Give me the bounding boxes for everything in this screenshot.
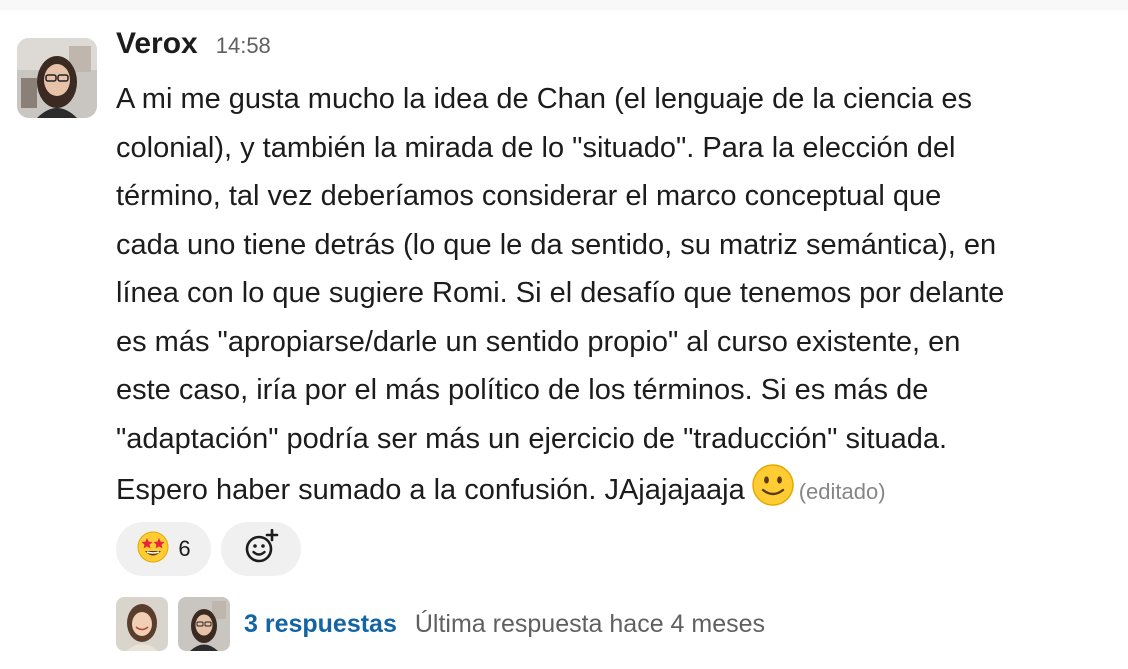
author-name[interactable]: Verox xyxy=(116,27,198,61)
message-line: este caso, iría por el más político de l… xyxy=(116,374,929,406)
thread-summary[interactable]: 3 respuestas Última respuesta hace 4 mes… xyxy=(116,596,765,652)
message-line: término, tal vez deberíamos considerar e… xyxy=(116,180,942,212)
top-divider xyxy=(0,0,1128,10)
message-header: Verox 14:58 xyxy=(116,27,271,67)
message-last-line: Espero haber sumado a la confusión. JAja… xyxy=(116,463,1096,517)
reaction-count: 6 xyxy=(178,536,191,561)
message-line: cada uno tiene detrás (lo que le da sent… xyxy=(116,228,997,261)
star-struck-icon xyxy=(136,530,170,569)
message-line: colonial), y también la mirada de lo "si… xyxy=(116,131,956,164)
message-line: "adaptación" podría ser más un ejercicio… xyxy=(116,422,948,455)
replies-link[interactable]: 3 respuestas xyxy=(244,610,397,639)
message-line: Espero haber sumado a la confusión. JAja… xyxy=(116,474,745,506)
reaction-star-struck[interactable]: 6 xyxy=(116,522,211,576)
timestamp[interactable]: 14:58 xyxy=(216,33,271,59)
reply-avatar xyxy=(178,597,230,651)
slightly-smiling-face-icon xyxy=(751,463,795,507)
avatar[interactable] xyxy=(17,38,97,118)
message-body: A mi me gusta mucho la idea de Chan (el … xyxy=(116,75,1096,517)
message: Verox 14:58 A mi me gusta mucho la idea … xyxy=(0,10,1128,669)
message-line: es más "apropiarse/darle un sentido prop… xyxy=(116,325,961,358)
message-line: A mi me gusta mucho la idea de Chan (el … xyxy=(116,83,973,115)
add-reaction-icon xyxy=(243,528,279,570)
add-reaction-button[interactable] xyxy=(221,522,301,576)
edited-label: (editado) xyxy=(798,479,886,504)
reply-avatar xyxy=(116,597,168,651)
message-line: línea con lo que sugiere Romi. Si el des… xyxy=(116,277,1005,309)
reactions-bar: 6 xyxy=(116,522,301,576)
last-reply-info: Última respuesta hace 4 meses xyxy=(414,609,766,638)
